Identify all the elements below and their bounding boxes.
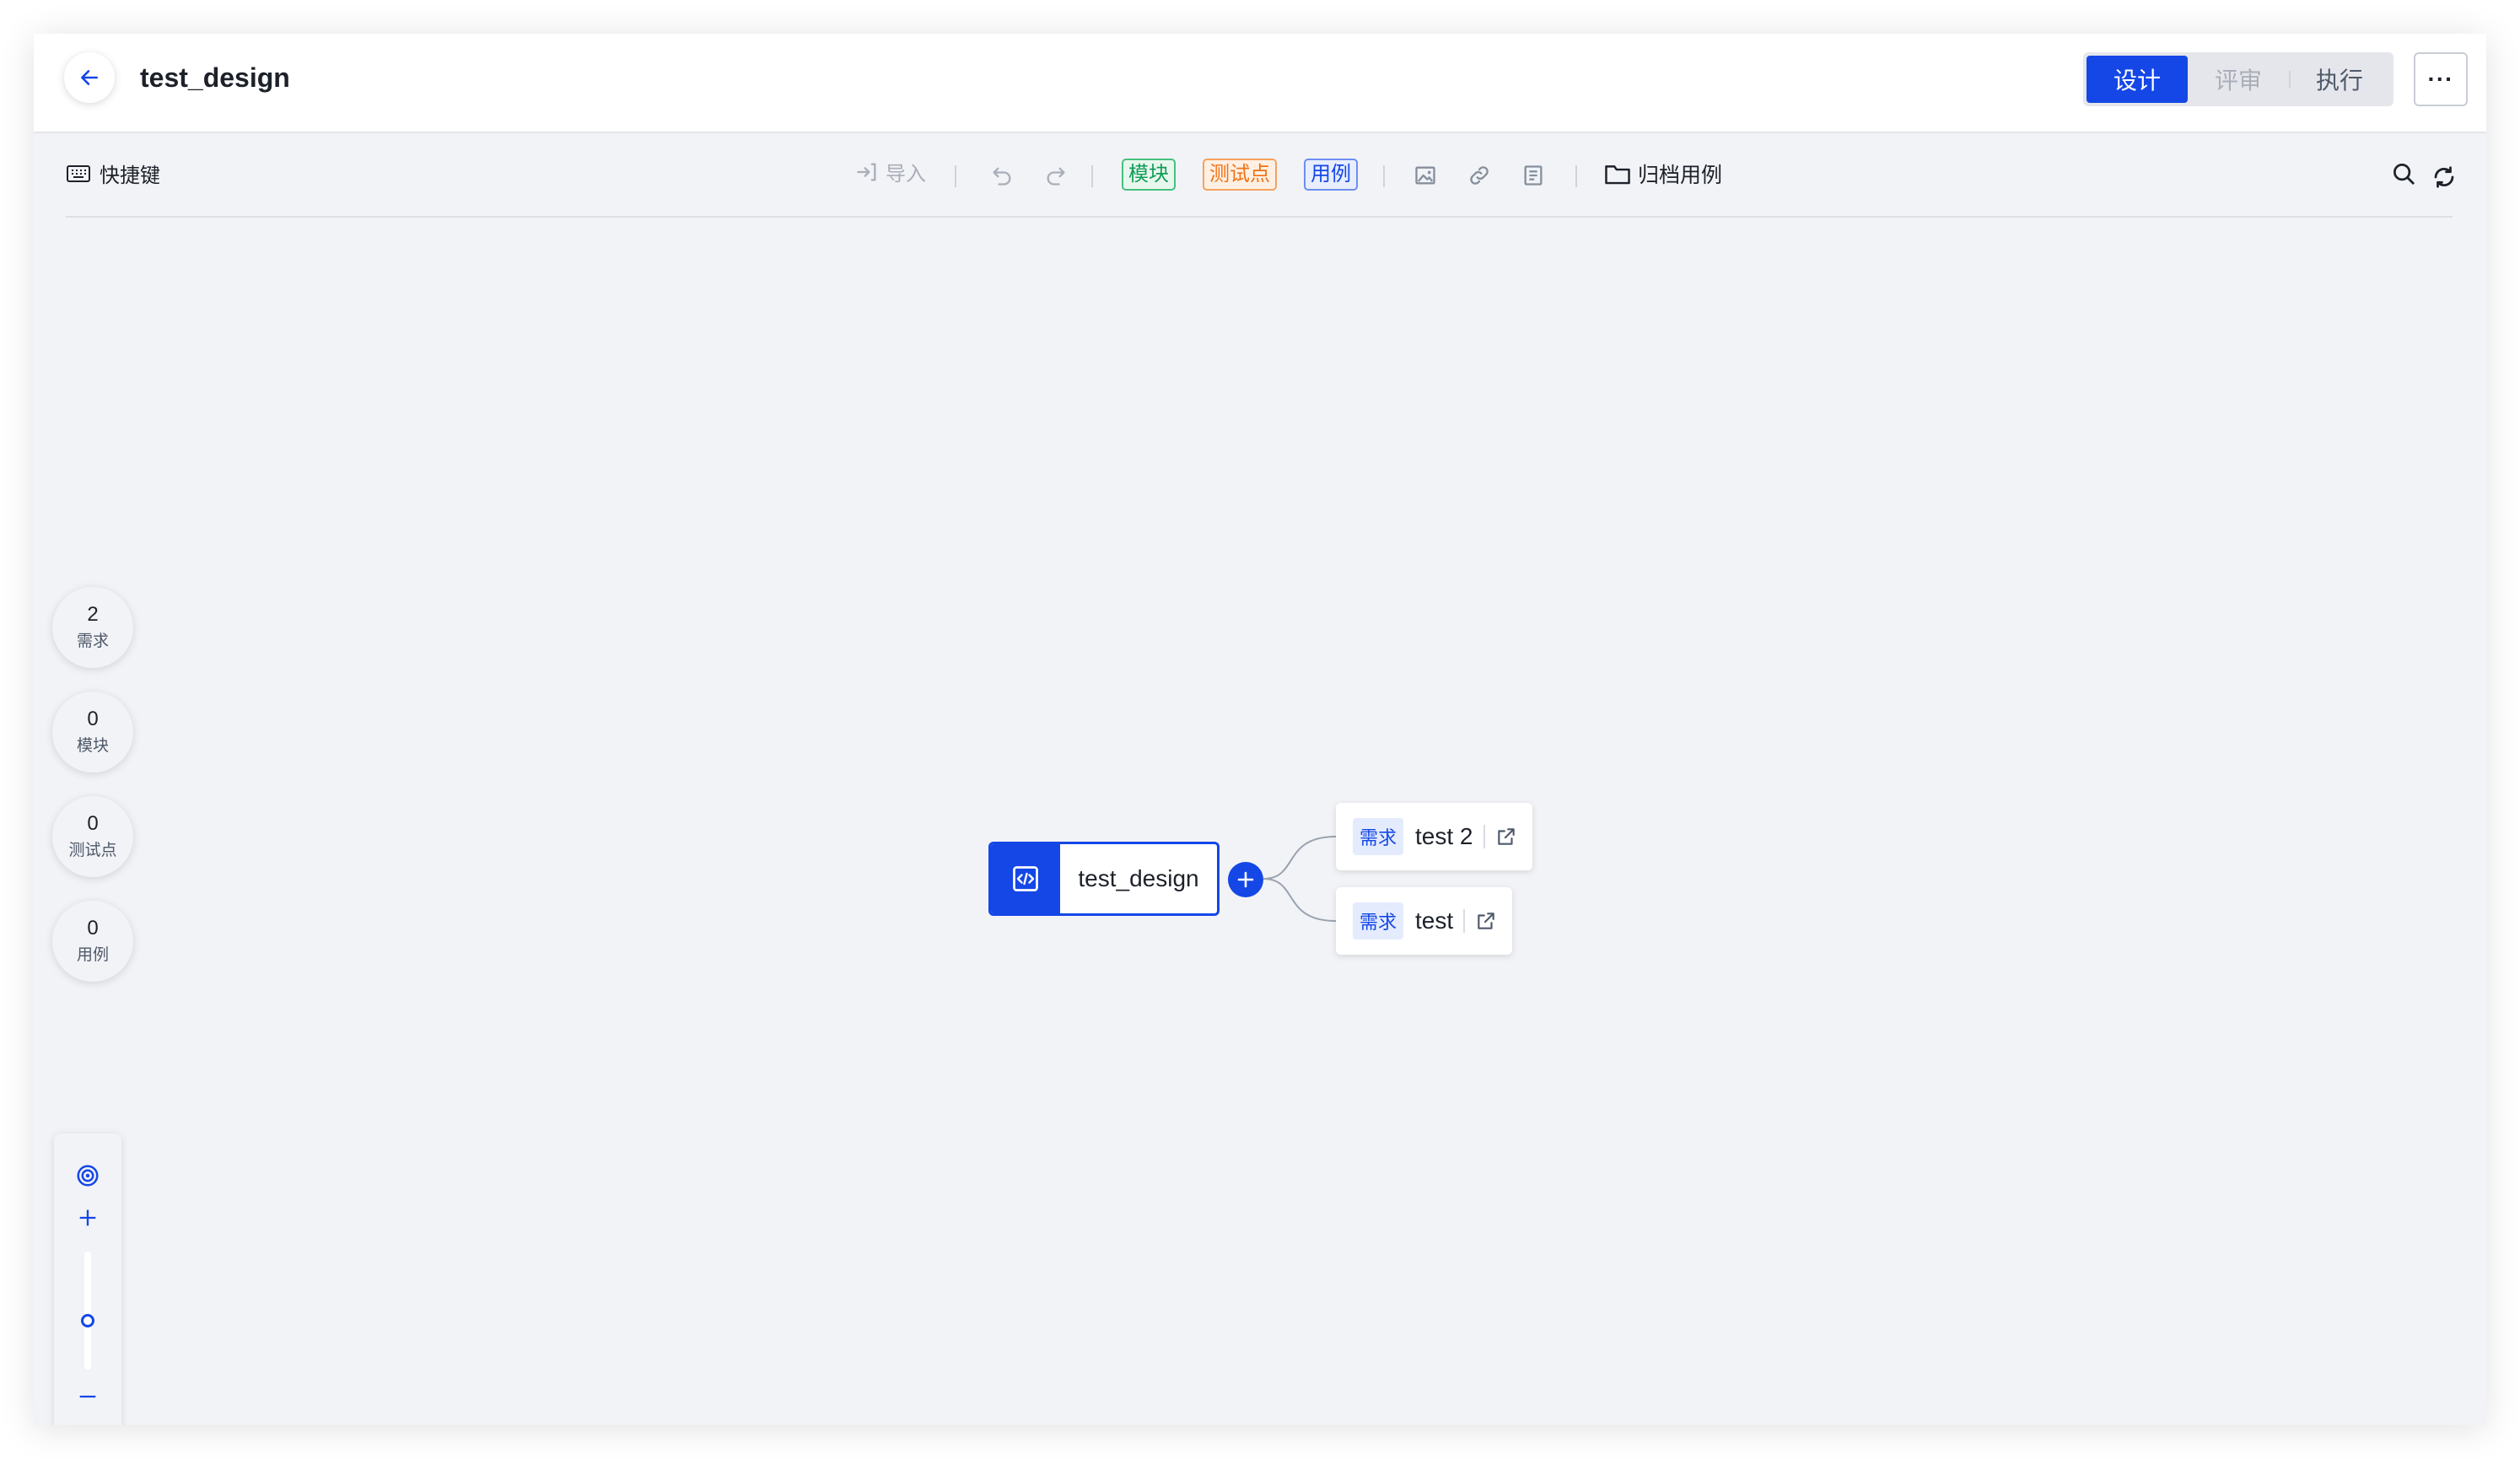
mindmap-root-node[interactable]: test_design bbox=[988, 842, 1220, 916]
connector-line bbox=[1263, 836, 1337, 880]
page-title: test_design bbox=[140, 62, 290, 93]
mindmap-canvas[interactable]: 快捷键 导入 模块 测试点 用例 归档用例 2 需求 0 模块 0 测试点 0 … bbox=[34, 133, 2486, 1425]
root-node-icon-box bbox=[991, 844, 1060, 913]
requirement-tag: 需求 bbox=[1353, 818, 1404, 855]
app-window: test_design 设计 评审 执行 ··· 快捷键 导入 模块 测试点 用… bbox=[34, 34, 2486, 1425]
add-child-node-button[interactable] bbox=[1228, 862, 1263, 897]
external-link-icon[interactable] bbox=[1495, 826, 1517, 848]
requirement-label: test 2 bbox=[1415, 823, 1473, 849]
more-icon: ··· bbox=[2427, 66, 2454, 92]
external-link-icon[interactable] bbox=[1475, 910, 1497, 932]
node-divider bbox=[1483, 825, 1485, 848]
requirement-label: test bbox=[1415, 907, 1454, 934]
requirement-node[interactable]: 需求 test bbox=[1336, 887, 1513, 955]
connector-line bbox=[1263, 878, 1337, 922]
plus-icon bbox=[1237, 871, 1254, 888]
node-divider bbox=[1463, 909, 1466, 933]
requirement-tag: 需求 bbox=[1353, 902, 1404, 939]
requirement-node[interactable]: 需求 test 2 bbox=[1336, 803, 1532, 870]
mode-design-button[interactable]: 设计 bbox=[2087, 56, 2188, 103]
back-button[interactable] bbox=[64, 52, 115, 103]
root-node-label: test_design bbox=[1078, 865, 1199, 891]
mindmap-connectors bbox=[1263, 836, 1337, 922]
mode-switch: 设计 评审 执行 bbox=[2083, 52, 2393, 106]
mode-execute-button[interactable]: 执行 bbox=[2289, 56, 2390, 103]
mode-review-button[interactable]: 评审 bbox=[2188, 56, 2289, 103]
page-header: test_design 设计 评审 执行 ··· bbox=[34, 34, 2486, 133]
code-icon bbox=[1013, 866, 1038, 891]
arrow-left-icon bbox=[81, 70, 98, 85]
more-button[interactable]: ··· bbox=[2414, 52, 2468, 106]
